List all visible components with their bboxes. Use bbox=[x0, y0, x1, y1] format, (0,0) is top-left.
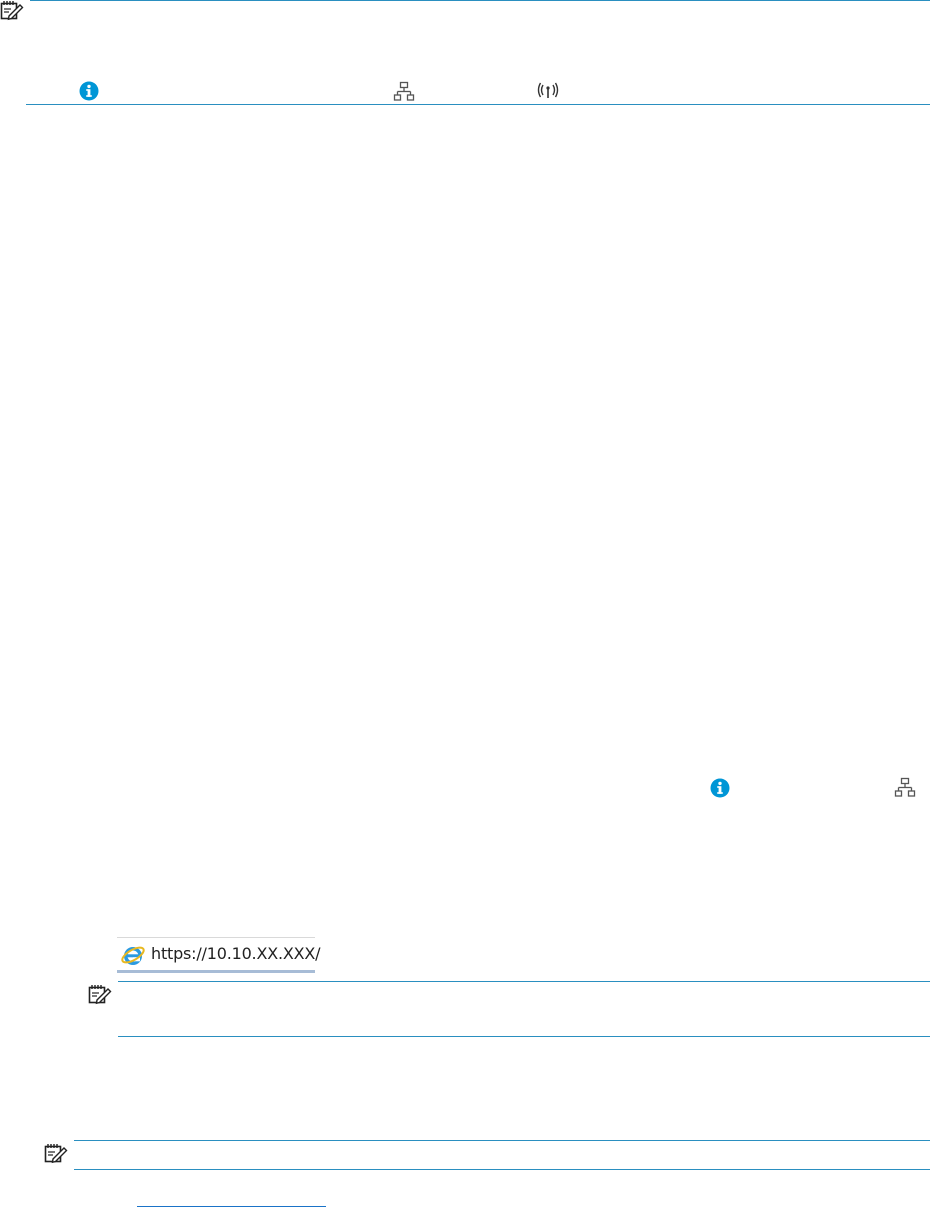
internet-explorer-icon bbox=[120, 942, 146, 968]
note-top-rule bbox=[74, 1140, 930, 1141]
ethernet-network-icon bbox=[393, 81, 415, 103]
note-top-rule bbox=[118, 981, 930, 982]
url-text: https://10.10.XX.XXX/ bbox=[151, 944, 321, 963]
note-icon bbox=[44, 1143, 68, 1165]
wireless-icon bbox=[537, 81, 559, 101]
browser-address-bar: https://10.10.XX.XXX/ bbox=[117, 937, 321, 973]
information-icon bbox=[710, 778, 730, 798]
hyperlink-underline[interactable] bbox=[137, 1206, 326, 1207]
note-icon bbox=[0, 0, 24, 22]
note-bottom-rule bbox=[74, 1169, 930, 1170]
ethernet-network-icon bbox=[894, 777, 916, 799]
information-icon bbox=[79, 81, 99, 101]
note-bottom-rule bbox=[26, 104, 930, 105]
note-bottom-rule bbox=[118, 1036, 930, 1037]
note-icon bbox=[88, 984, 112, 1006]
note-top-rule bbox=[30, 0, 930, 1]
